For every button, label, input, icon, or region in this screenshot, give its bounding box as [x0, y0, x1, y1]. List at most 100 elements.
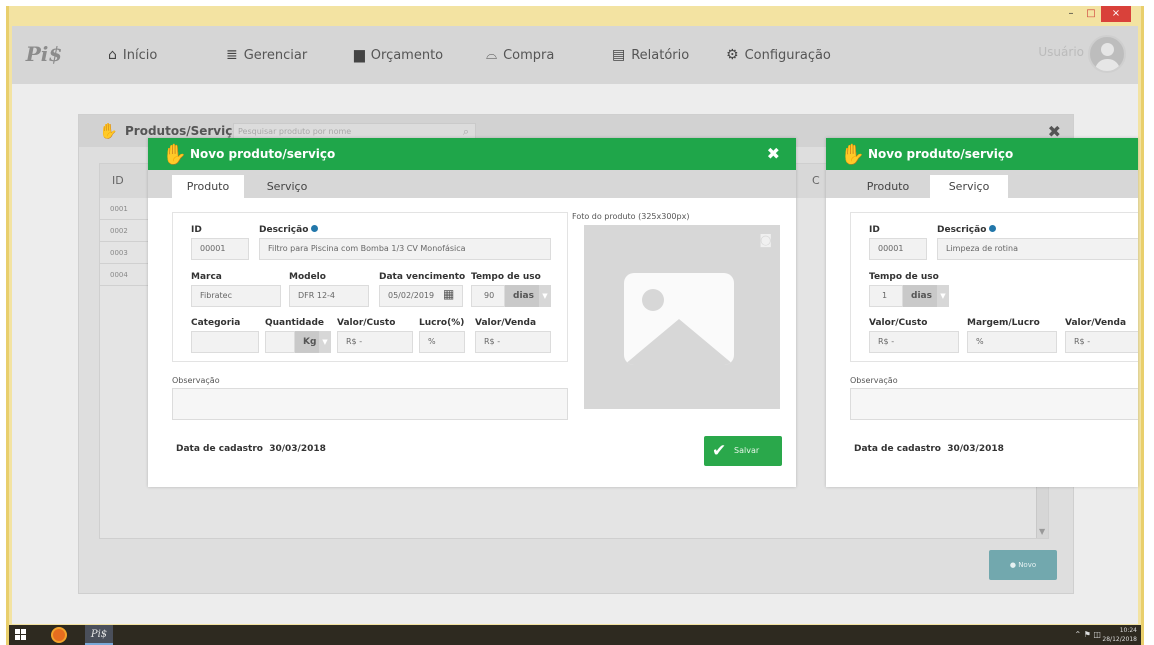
hand-money-icon: ✋ — [162, 142, 187, 166]
novo-button-label: Novo — [1018, 561, 1037, 569]
id-label: ID — [191, 225, 202, 235]
check-icon: ✔ — [712, 441, 727, 461]
nav-compra[interactable]: ⌓ Compra — [486, 44, 554, 66]
save-button[interactable]: ✔ Salvar — [704, 436, 782, 466]
close-icon[interactable]: ✖ — [767, 144, 780, 163]
close-window-button[interactable]: × — [1101, 6, 1131, 22]
chevron-down-icon[interactable]: ▼ — [1039, 527, 1045, 536]
modal-header: ✋ Novo produto/serviço — [826, 138, 1138, 170]
modal-title: Novo produto/serviço — [868, 147, 1014, 161]
gear-icon: ⚙ — [726, 47, 739, 63]
descricao-label-text: Descrição — [937, 225, 987, 235]
tab-produto[interactable]: Produto — [850, 175, 926, 198]
chevron-down-icon: ▼ — [937, 285, 949, 307]
margem-lucro-field[interactable]: % — [967, 331, 1057, 353]
valor-venda-label: Valor/Venda — [475, 318, 537, 328]
descricao-label: Descrição — [937, 225, 997, 235]
modal-tabs: Produto Serviço — [148, 170, 796, 198]
modelo-field[interactable]: DFR 12-4 — [289, 285, 369, 307]
data-cadastro-label: Data de cadastro — [854, 444, 941, 454]
quantidade-unit-select[interactable]: Kg ▼ — [295, 331, 331, 353]
id-field[interactable]: 00001 — [869, 238, 927, 260]
modelo-label: Modelo — [289, 272, 326, 282]
clock-time: 10:24 — [1119, 627, 1137, 634]
tab-servico[interactable]: Serviço — [930, 175, 1008, 198]
column-header-c: C — [812, 174, 820, 187]
valor-venda-field[interactable]: R$ - — [1065, 331, 1138, 353]
valor-venda-field[interactable]: R$ - — [475, 331, 551, 353]
firefox-icon[interactable] — [51, 627, 67, 643]
quantidade-unit-label: Kg — [303, 337, 317, 347]
id-label: ID — [869, 225, 880, 235]
tab-produto[interactable]: Produto — [172, 175, 244, 198]
valor-custo-field[interactable]: R$ - — [869, 331, 959, 353]
observacao-field[interactable] — [850, 388, 1138, 420]
column-header-id: ID — [112, 174, 124, 187]
data-vencimento-label: Data vencimento — [379, 272, 466, 282]
camera-icon[interactable]: ◙ — [759, 233, 772, 248]
modal-title: Novo produto/serviço — [190, 147, 336, 161]
chevron-down-icon: ▼ — [539, 285, 551, 307]
categoria-field[interactable] — [191, 331, 259, 353]
new-service-modal: ✋ Novo produto/serviço Produto Serviço I… — [826, 138, 1138, 487]
info-icon[interactable] — [311, 225, 319, 232]
quantidade-label: Quantidade — [265, 318, 324, 328]
clock[interactable]: 10:24 28/12/2018 — [1102, 626, 1137, 644]
info-icon[interactable] — [989, 225, 997, 232]
plus-circle-icon: ● — [1009, 561, 1016, 569]
lucro-label: Lucro(%) — [419, 318, 465, 328]
tempo-uso-unit-select[interactable]: dias ▼ — [903, 285, 949, 307]
products-panel-title: Produtos/Serviços — [125, 124, 248, 138]
tempo-uso-unit-select[interactable]: dias ▼ — [505, 285, 551, 307]
valor-custo-label: Valor/Custo — [337, 318, 396, 328]
nav-inicio[interactable]: ⌂ Início — [108, 44, 157, 66]
descricao-field[interactable]: Filtro para Piscina com Bomba 1/3 CV Mon… — [259, 238, 551, 260]
tempo-uso-field[interactable]: 90 — [471, 285, 505, 307]
hand-money-icon: ✋ — [99, 122, 118, 140]
windows-start-icon[interactable] — [15, 629, 27, 641]
tempo-uso-field[interactable]: 1 — [869, 285, 903, 307]
new-product-modal: ✋ Novo produto/serviço ✖ Produto Serviço… — [148, 138, 796, 487]
user-label[interactable]: Usuário — [1038, 45, 1084, 59]
descricao-field[interactable]: Limpeza de rotina — [937, 238, 1138, 260]
nav-orcamento[interactable]: ▆ Orçamento — [354, 44, 443, 66]
avatar[interactable] — [1088, 35, 1126, 73]
product-form-box: ID Descrição 00001 Filtro para Piscina c… — [172, 212, 568, 362]
id-field[interactable]: 00001 — [191, 238, 249, 260]
observacao-field[interactable] — [172, 388, 568, 420]
marca-field[interactable]: Fibratec — [191, 285, 281, 307]
descricao-label-text: Descrição — [259, 225, 309, 235]
descricao-label: Descrição — [259, 225, 319, 235]
novo-button[interactable]: ● Novo — [989, 550, 1057, 580]
lucro-field[interactable]: % — [419, 331, 465, 353]
tempo-uso-unit-label: dias — [911, 291, 932, 301]
service-form-box: ID Descrição 00001 Limpeza de rotina Tem… — [850, 212, 1138, 362]
data-cadastro-value: 30/03/2018 — [947, 444, 1004, 454]
nav-gerenciar[interactable]: ≣ Gerenciar — [226, 44, 307, 66]
calendar-icon[interactable]: ▦ — [443, 287, 454, 301]
valor-venda-label: Valor/Venda — [1065, 318, 1127, 328]
nav-relatorio[interactable]: ▤ Relatório — [612, 44, 689, 66]
tray-icons[interactable]: ⌃ ⚑ ◫ — [1074, 630, 1101, 639]
taskbar-app-icon[interactable]: Pi$ — [85, 625, 113, 645]
nav-configuracao-label: Configuração — [744, 48, 831, 63]
window-controls: – □ × — [1061, 6, 1131, 24]
photo-upload-area[interactable]: ◙ — [584, 225, 780, 409]
minimize-button[interactable]: – — [1061, 6, 1081, 22]
nav-configuracao[interactable]: ⚙ Configuração — [726, 44, 831, 66]
maximize-button[interactable]: □ — [1081, 6, 1101, 22]
observacao-label: Observação — [172, 376, 220, 385]
file-icon: ▆ — [354, 47, 365, 63]
chevron-down-icon: ▼ — [319, 331, 331, 353]
tab-servico[interactable]: Serviço — [248, 175, 326, 198]
app-window: Pi$ ⌂ Início ≣ Gerenciar ▆ Orçamento ⌓ Compr… — [12, 26, 1138, 624]
app-logo: Pi$ — [25, 42, 63, 66]
taskbar: Pi$ ⌃ ⚑ ◫ 10:24 28/12/2018 — [9, 625, 1141, 645]
data-cadastro: Data de cadastro 30/03/2018 — [854, 444, 1004, 454]
quantidade-field[interactable] — [265, 331, 295, 353]
valor-custo-field[interactable]: R$ - — [337, 331, 413, 353]
nav-gerenciar-label: Gerenciar — [243, 48, 308, 63]
valor-custo-label: Valor/Custo — [869, 318, 928, 328]
search-placeholder: Pesquisar produto por nome — [238, 127, 352, 136]
nav-relatorio-label: Relatório — [631, 48, 690, 63]
